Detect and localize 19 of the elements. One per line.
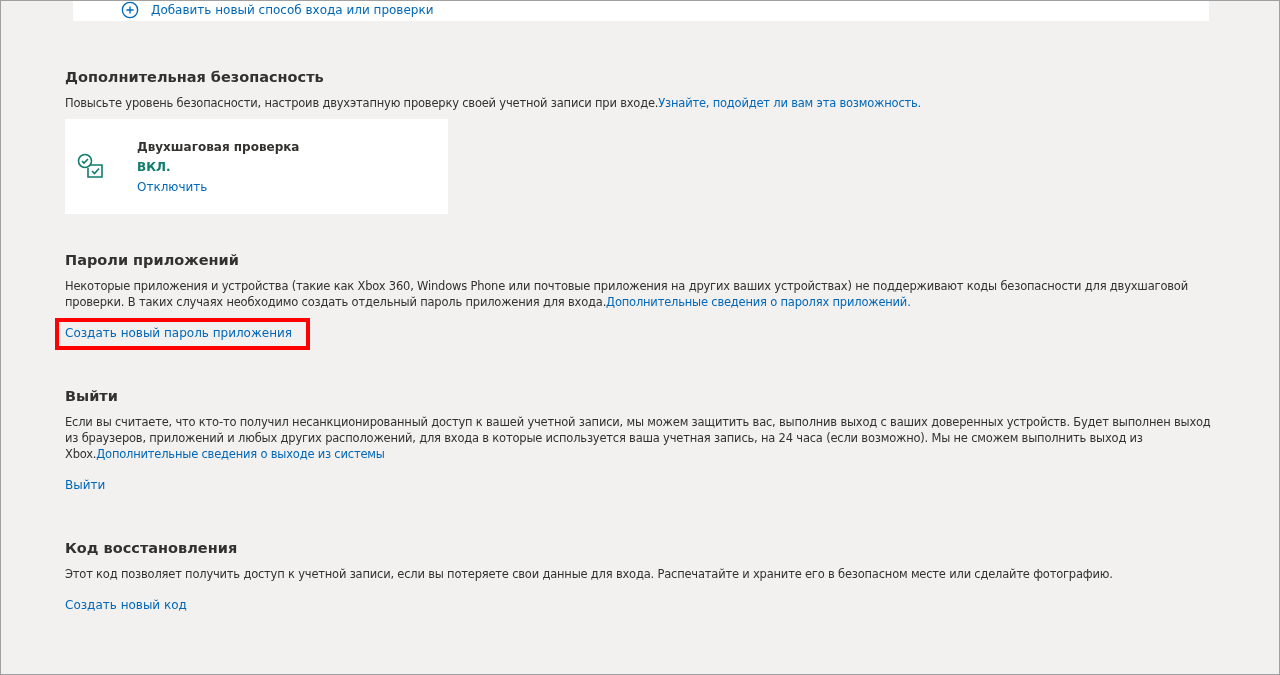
add-icon [121, 1, 139, 19]
learn-more-link[interactable]: Дополнительные сведения о выходе из системы [96, 447, 385, 461]
disable-link[interactable]: Отключить [137, 179, 208, 194]
action-link[interactable]: Создать новый код [65, 598, 187, 612]
card-title: Двухшаговая проверка [137, 138, 300, 156]
section-description: Некоторые приложения и устройства (такие как Xbox 360, Windows Phone или почтовые приложения на других ваших устройствах) не поддерживают коды безопасности для двухшаговой проверки. В таких случаях необходимо создать отдельный пароль приложения для входа.Дополнительные сведения о паролях приложений. [65, 278, 1189, 310]
section-description: Если вы считаете, что кто-то получил несанкционированный доступ к вашей учетной записи, мы можем защитить вас, выполнив выход с ваших доверенных устройств. Будет выполнен выход из браузеров, приложений и любых других расположений, для входа в которые используется ваша учетная запись, на 24 часа (если возможно). Мы не сможем выполнить выход из Xbox.Дополнительные сведения о выходе из системы [65, 414, 1212, 462]
learn-more-link[interactable]: Узнайте, подойдет ли вам эта возможность. [658, 96, 922, 110]
section-description: Этот код позволяет получить доступ к учетной записи, если вы потеряете свои данные для входа. Распечатайте и храните его в безопасном месте или сделайте фотографию. [65, 566, 1114, 582]
section-heading: Код восстановления [65, 540, 239, 556]
learn-more-link[interactable]: Дополнительные сведения о паролях приложений. [606, 295, 911, 309]
status-label: ВКЛ. [137, 158, 172, 176]
section-heading: Дополнительная безопасность [65, 69, 325, 85]
add-method-link[interactable]: Добавить новый способ входа или проверки [151, 3, 434, 17]
checkmarks-icon [77, 152, 105, 181]
section-heading: Пароли приложений [65, 252, 240, 268]
section-heading: Выйти [65, 388, 119, 404]
section-description: Повысьте уровень безопасности, настроив двухэтапную проверку своей учетной записи при входе.Узнайте, подойдет ли вам эта возможность. [65, 95, 923, 111]
action-link[interactable]: Выйти [65, 478, 106, 492]
